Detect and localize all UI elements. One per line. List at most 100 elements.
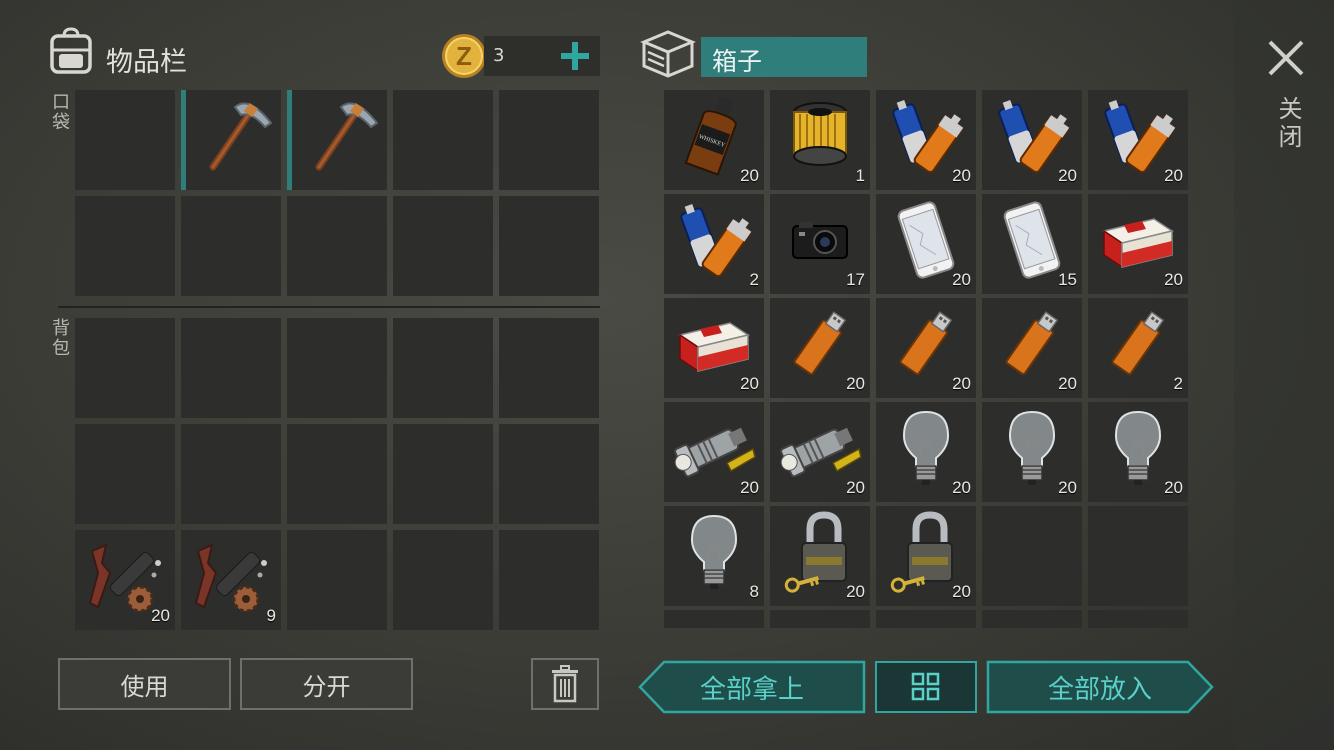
item-count: 20: [151, 606, 170, 625]
pocket-slot[interactable]: [75, 196, 175, 296]
backpack-slot[interactable]: 9: [181, 530, 281, 630]
item-count: 1: [855, 166, 865, 185]
backpack-slot[interactable]: [181, 318, 281, 418]
pocket-slot[interactable]: [181, 90, 281, 190]
backpack-slot[interactable]: [499, 318, 599, 418]
backpack-slot[interactable]: [393, 530, 493, 630]
backpack-slot[interactable]: [181, 424, 281, 524]
item-count: 20: [846, 374, 865, 393]
item-count: 9: [266, 606, 276, 625]
coin-icon: Z: [440, 32, 488, 80]
item-count: 20: [952, 270, 971, 289]
pocket-slot[interactable]: [287, 196, 387, 296]
split-button[interactable]: 分开: [240, 658, 413, 710]
item-count: 2: [749, 270, 759, 289]
box-slot[interactable]: 17: [770, 194, 870, 294]
backpack-slot[interactable]: [287, 424, 387, 524]
box-slot[interactable]: 1: [770, 90, 870, 190]
coin-count: 3: [493, 45, 505, 66]
box-title: 箱子: [712, 47, 763, 76]
box-slot[interactable]: WHISKEY 20: [664, 90, 764, 190]
pocket-slot[interactable]: [499, 196, 599, 296]
item-count: 20: [846, 478, 865, 497]
box-slot[interactable]: 8: [664, 506, 764, 606]
box-slot[interactable]: 20: [770, 298, 870, 398]
box-slot[interactable]: 20: [876, 506, 976, 606]
item-count: 17: [846, 270, 865, 289]
pocket-slot[interactable]: [75, 90, 175, 190]
section-divider: [58, 306, 600, 308]
item-count: 20: [1164, 166, 1183, 185]
backpack-slot[interactable]: [75, 318, 175, 418]
sort-grid-button[interactable]: [875, 660, 977, 714]
put-all-label: 全部放入: [1047, 674, 1152, 705]
inventory-title: 物品栏: [106, 47, 187, 78]
backpack-slot[interactable]: [499, 530, 599, 630]
item-count: 15: [1058, 270, 1077, 289]
item-count: 20: [740, 374, 759, 393]
item-count: 20: [1058, 166, 1077, 185]
backpack-label: 背包: [49, 318, 70, 358]
box-slot[interactable]: 20: [876, 298, 976, 398]
add-coins-button[interactable]: [557, 38, 593, 74]
box-slot[interactable]: 2: [1088, 298, 1188, 398]
box-slot[interactable]: 2: [664, 194, 764, 294]
pocket-slot[interactable]: [393, 196, 493, 296]
close-label[interactable]: 关闭: [1271, 96, 1306, 152]
backpack-slot[interactable]: [393, 318, 493, 418]
box-slot[interactable]: 20: [982, 90, 1082, 190]
trash-icon: [552, 665, 578, 703]
use-button[interactable]: 使用: [58, 658, 231, 710]
close-button[interactable]: [1264, 36, 1308, 80]
box-slot[interactable]: 20: [1088, 402, 1188, 502]
box-slot[interactable]: 20: [1088, 90, 1188, 190]
take-all-label: 全部拿上: [699, 674, 804, 705]
item-count: 20: [846, 582, 865, 601]
backpack-slot[interactable]: [287, 530, 387, 630]
box-slot[interactable]: [982, 506, 1082, 606]
box-slot[interactable]: 20: [1088, 194, 1188, 294]
backpack-icon: [46, 26, 96, 76]
box-slot[interactable]: 20: [664, 402, 764, 502]
item-count: 2: [1173, 374, 1183, 393]
pocket-slot[interactable]: [499, 90, 599, 190]
box-slot[interactable]: 20: [770, 506, 870, 606]
item-count: 20: [952, 478, 971, 497]
item-count: 20: [952, 166, 971, 185]
item-count: 20: [952, 374, 971, 393]
box-slot[interactable]: 20: [876, 402, 976, 502]
box-slot[interactable]: 20: [876, 90, 976, 190]
box-slot[interactable]: 20: [982, 402, 1082, 502]
put-all-button[interactable]: 全部放入: [986, 660, 1214, 714]
box-icon: [640, 28, 696, 80]
plus-icon: [561, 42, 589, 70]
box-slot[interactable]: 20: [982, 298, 1082, 398]
grid-icon: [911, 672, 940, 701]
svg-text:Z: Z: [456, 41, 472, 71]
item-count: 8: [749, 582, 759, 601]
box-slot[interactable]: 20: [876, 194, 976, 294]
item-count: 20: [740, 166, 759, 185]
box-slot[interactable]: 15: [982, 194, 1082, 294]
item-count: 20: [952, 582, 971, 601]
item-count: 20: [1058, 374, 1077, 393]
pocket-slot[interactable]: [287, 90, 387, 190]
take-all-button[interactable]: 全部拿上: [638, 660, 866, 714]
box-slot[interactable]: 20: [664, 298, 764, 398]
item-count: 20: [1164, 270, 1183, 289]
backpack-slot[interactable]: [499, 424, 599, 524]
backpack-slot[interactable]: [287, 318, 387, 418]
box-grid-next-row: [664, 610, 1188, 628]
pocket-label: 口袋: [49, 92, 70, 132]
item-count: 20: [740, 478, 759, 497]
pocket-slot[interactable]: [181, 196, 281, 296]
backpack-slot[interactable]: [393, 424, 493, 524]
pocket-slot[interactable]: [393, 90, 493, 190]
backpack-slot[interactable]: 20: [75, 530, 175, 630]
box-slot[interactable]: [1088, 506, 1188, 606]
box-slot[interactable]: 20: [770, 402, 870, 502]
item-count: 20: [1164, 478, 1183, 497]
backpack-slot[interactable]: [75, 424, 175, 524]
close-icon: [1268, 40, 1304, 76]
trash-button[interactable]: [531, 658, 599, 710]
